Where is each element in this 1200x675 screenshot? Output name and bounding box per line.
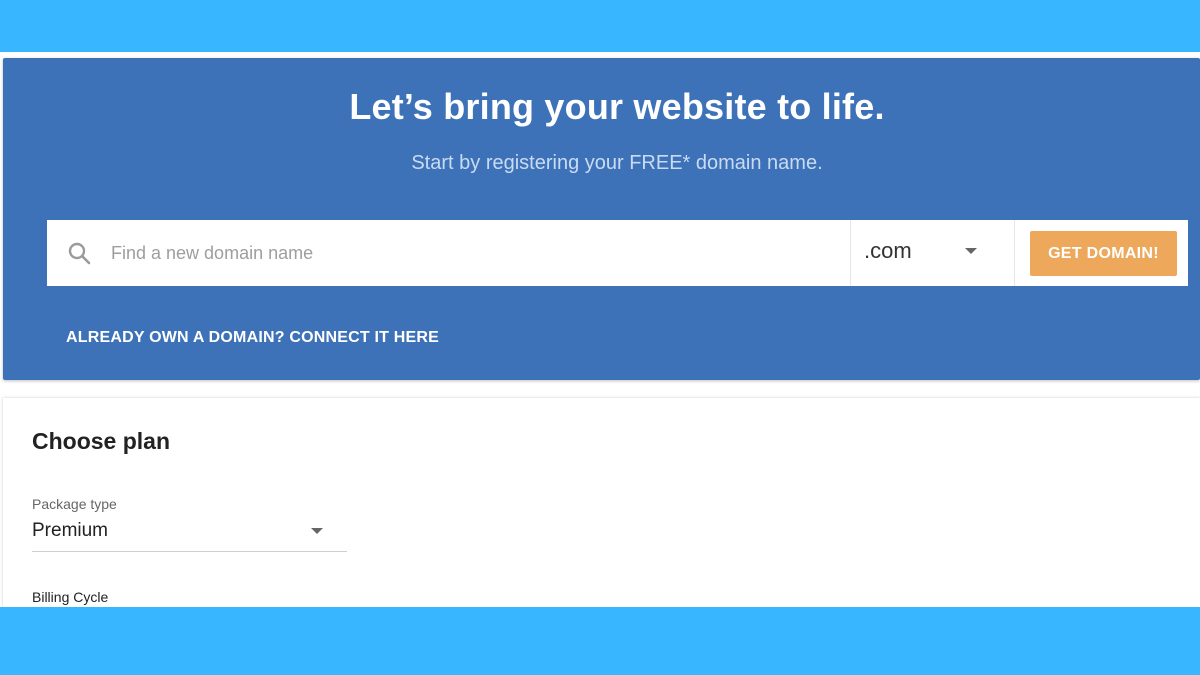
hero-subtitle: Start by registering your FREE* domain n… (411, 152, 823, 174)
search-icon (67, 241, 93, 267)
connect-domain-link[interactable]: ALREADY OWN A DOMAIN? CONNECT IT HERE (66, 329, 439, 347)
package-type-dropdown[interactable]: Premium (32, 516, 347, 552)
billing-cycle-label: Billing Cycle (32, 589, 109, 605)
package-type-value: Premium (32, 520, 109, 541)
chevron-down-icon (311, 528, 323, 534)
tld-dropdown[interactable]: .com (850, 220, 1015, 286)
package-type-label: Package type (32, 496, 117, 512)
chevron-down-icon (965, 248, 977, 254)
choose-plan-card: Choose plan Package type Premium Billing… (3, 398, 1200, 607)
domain-hero: Let’s bring your website to life. Start … (3, 58, 1200, 380)
tld-value: .com (864, 238, 912, 263)
hero-title: Let’s bring your website to life. (349, 86, 885, 127)
plan-title: Choose plan (32, 428, 171, 454)
domain-search-bar: .com GET DOMAIN! (47, 220, 1188, 286)
get-domain-button[interactable]: GET DOMAIN! (1030, 231, 1177, 276)
top-band (0, 0, 1200, 52)
domain-search-input[interactable] (111, 232, 831, 274)
bottom-band (0, 607, 1200, 675)
